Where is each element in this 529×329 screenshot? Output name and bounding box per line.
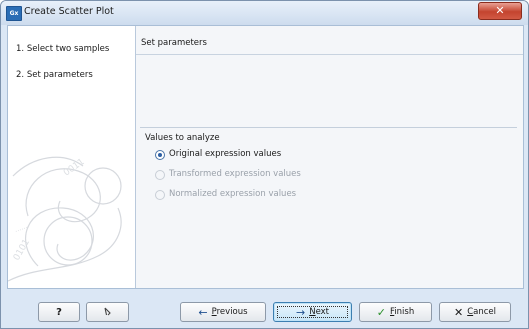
radio-label: Original expression values <box>169 149 282 159</box>
radio-label: Normalized expression values <box>169 189 297 199</box>
svg-text:·······: ······· <box>14 223 31 236</box>
panel-title: Set parameters <box>141 38 207 48</box>
decorative-swirl-graphic: 0011 ······· 0101 <box>8 156 122 282</box>
checkmark-icon: ✓ <box>376 305 386 319</box>
values-to-analyze-group: Values to analyze Original expression va… <box>140 127 517 208</box>
radio-button-icon <box>155 170 165 180</box>
radio-button-icon <box>155 150 165 160</box>
help-icon: ? <box>56 306 62 318</box>
close-icon: ✕ <box>495 4 505 17</box>
finish-label: Finish <box>390 307 415 317</box>
dialog-content: 1. Select two samples 2. Set parameters … <box>7 25 524 289</box>
reset-button[interactable] <box>86 302 129 322</box>
panel-divider <box>136 54 523 55</box>
previous-button[interactable]: ← Previous <box>180 302 266 322</box>
help-button[interactable]: ? <box>38 302 80 322</box>
x-icon: ✕ <box>453 305 464 319</box>
step-label: Set parameters <box>26 70 93 80</box>
cancel-button[interactable]: ✕ Cancel <box>439 302 511 322</box>
window-title: Create Scatter Plot <box>24 6 114 17</box>
cancel-label: Cancel <box>467 307 497 317</box>
radio-label: Transformed expression values <box>169 169 301 179</box>
next-button[interactable]: → Next <box>273 302 352 322</box>
step-label: Select two samples <box>26 44 110 54</box>
wizard-steps: 1. Select two samples 2. Set parameters … <box>8 26 136 288</box>
svg-text:0101: 0101 <box>12 238 32 263</box>
step-number: 1. <box>16 44 25 54</box>
reset-icon <box>103 307 111 316</box>
parameters-panel: Set parameters Values to analyze Origina… <box>136 26 523 288</box>
dialog-window: Gx Create Scatter Plot ✕ 1. Select two s… <box>0 0 529 329</box>
step-select-samples: 1. Select two samples <box>16 44 109 54</box>
arrow-left-icon: ← <box>198 305 208 319</box>
finish-button[interactable]: ✓ Finish <box>359 302 432 322</box>
app-icon: Gx <box>6 6 22 21</box>
focus-ring <box>277 306 348 318</box>
step-number: 2. <box>16 70 25 80</box>
close-button[interactable]: ✕ <box>478 2 522 20</box>
step-set-parameters: 2. Set parameters <box>16 70 93 80</box>
title-bar: Gx Create Scatter Plot ✕ <box>1 1 528 25</box>
radio-button-icon <box>155 190 165 200</box>
group-label: Values to analyze <box>145 133 220 143</box>
previous-label: Previous <box>211 307 248 317</box>
